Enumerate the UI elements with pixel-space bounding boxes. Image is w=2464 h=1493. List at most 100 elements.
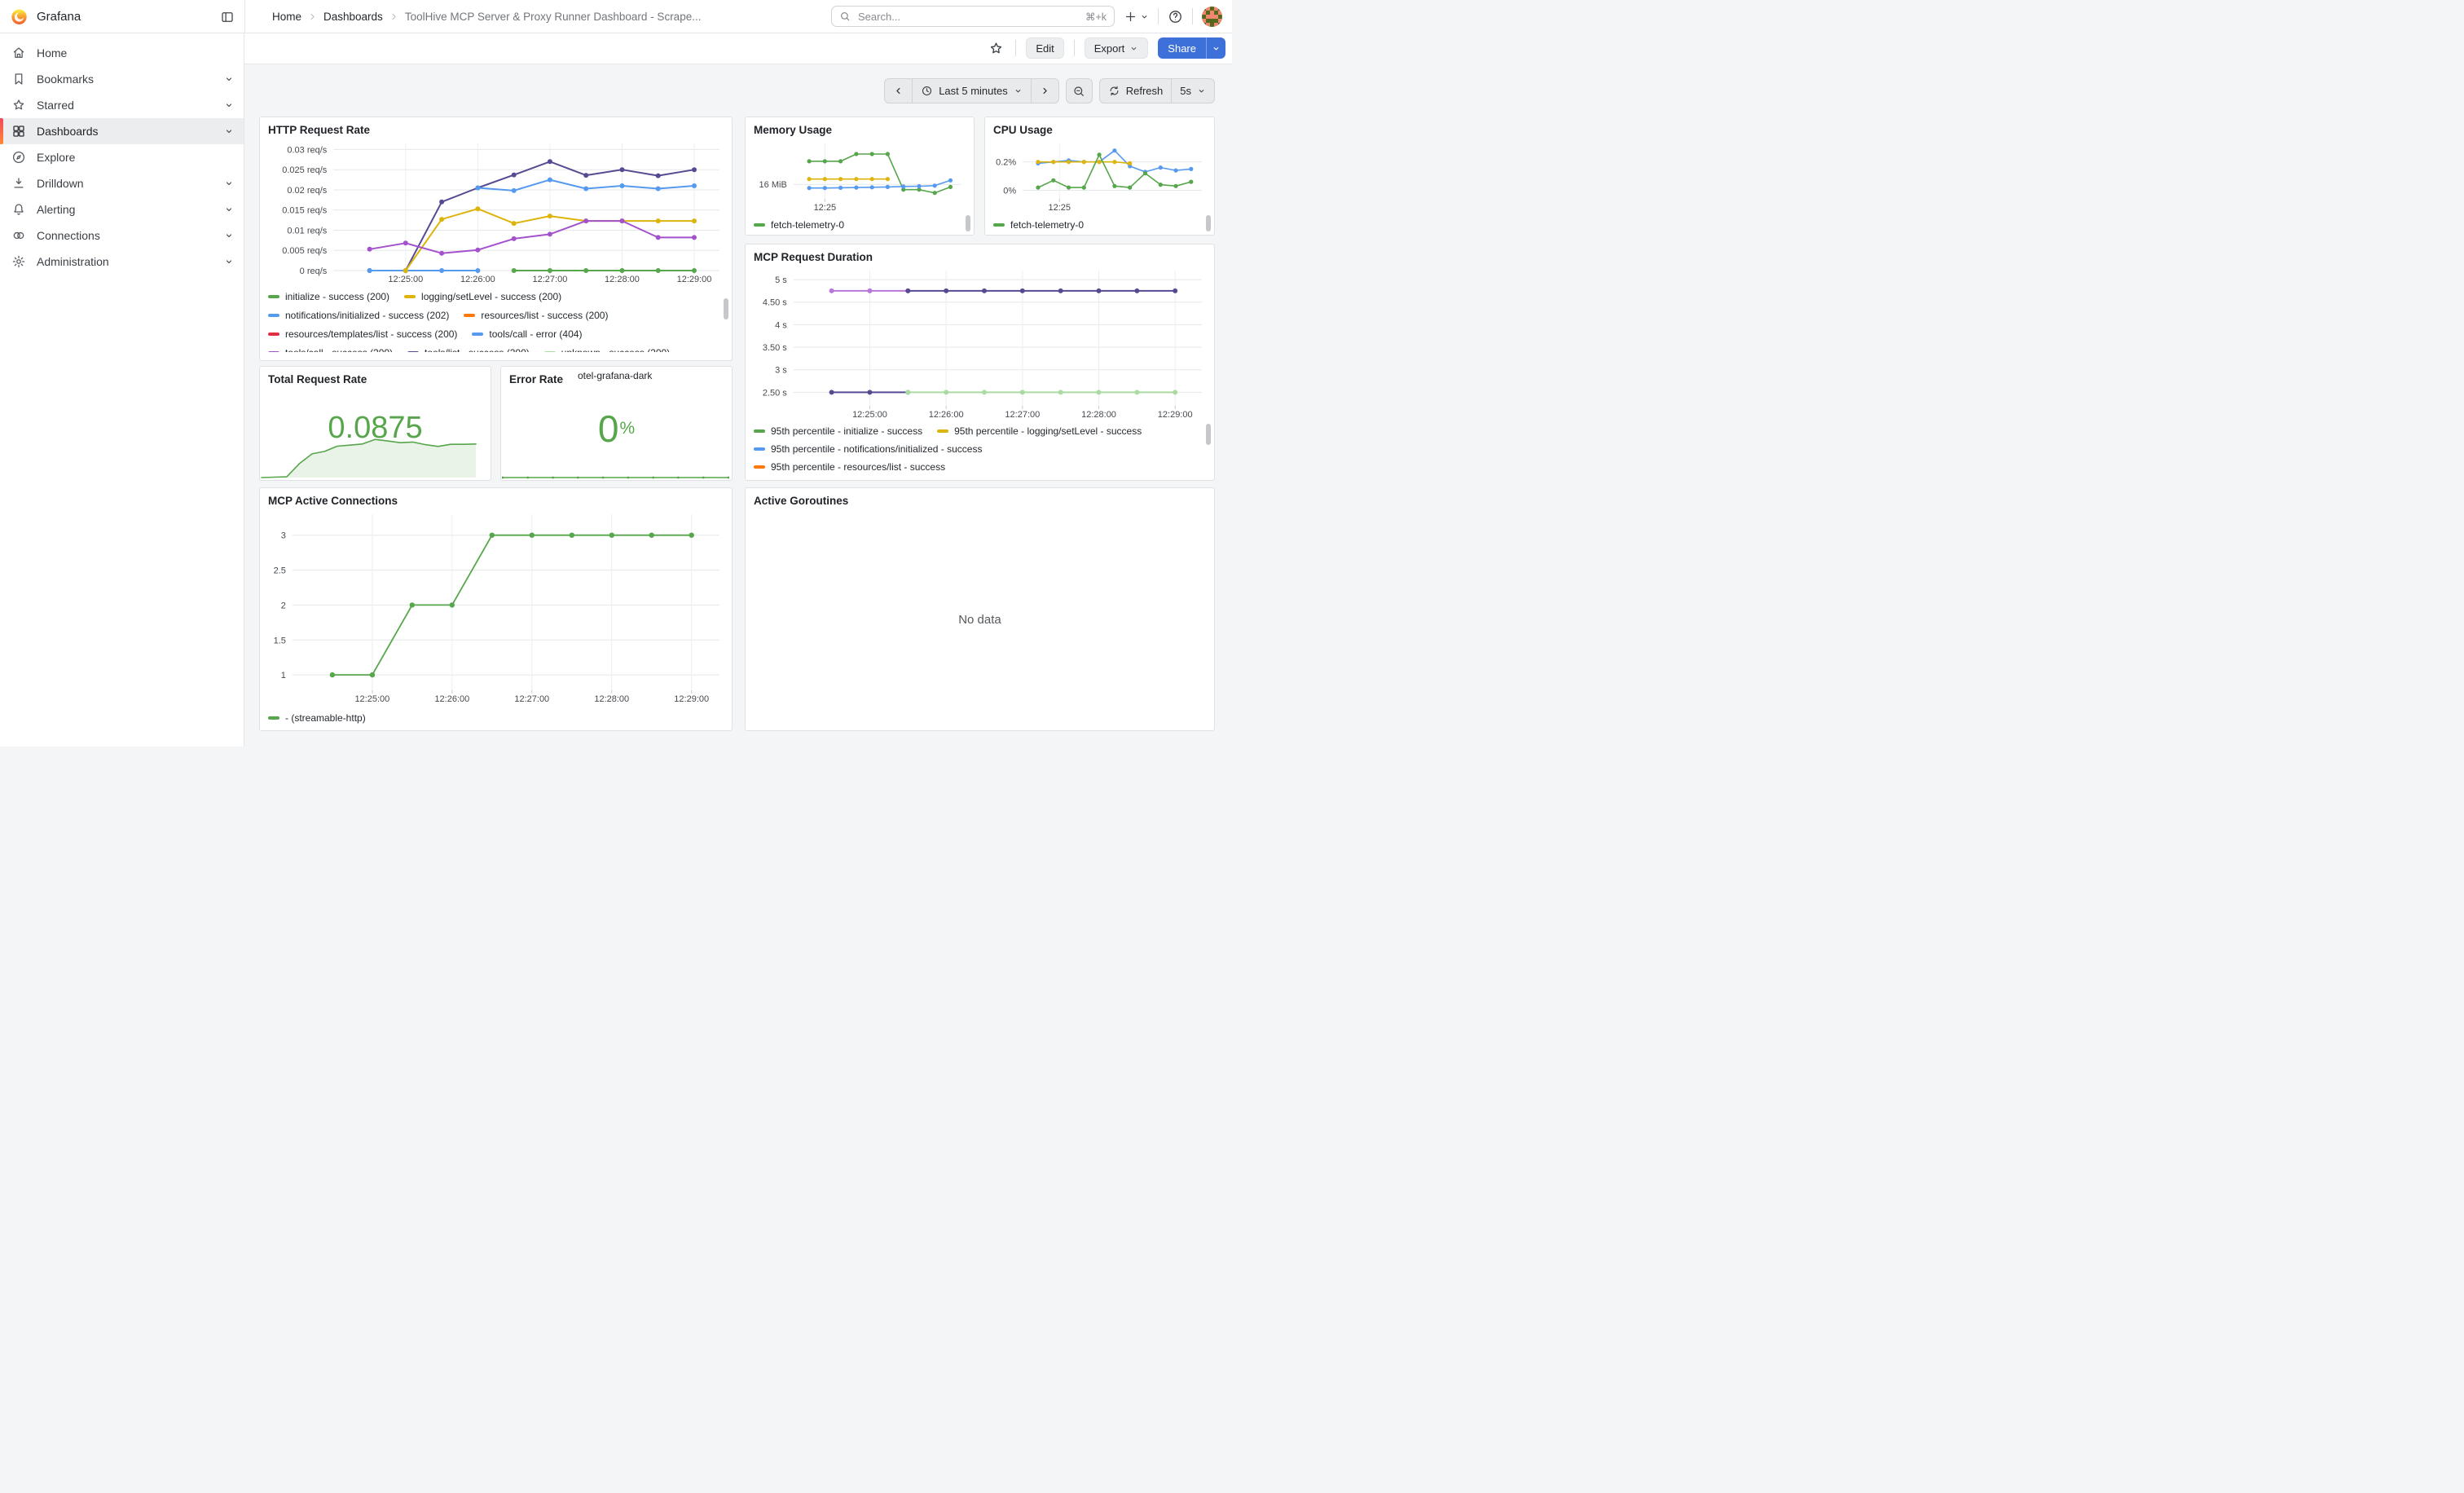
- share-button-group: Share: [1158, 37, 1225, 59]
- svg-text:2.5: 2.5: [274, 566, 286, 576]
- help-button[interactable]: [1168, 9, 1183, 24]
- legend-swatch: [754, 465, 765, 469]
- legend-item[interactable]: 95th percentile - resources/templates/li…: [754, 479, 990, 480]
- sidebar-item-starred[interactable]: Starred: [0, 92, 244, 118]
- legend-label: initialize - success (200): [285, 291, 389, 302]
- cpu-usage-chart[interactable]: 0.2%0%12:25: [992, 139, 1208, 214]
- svg-text:12:29:00: 12:29:00: [674, 694, 709, 704]
- legend-item[interactable]: 95th percentile - initialize - success: [754, 425, 922, 437]
- panel-title[interactable]: MCP Request Duration: [746, 244, 1214, 266]
- legend-item[interactable]: - (streamable-http): [268, 712, 366, 724]
- export-button[interactable]: Export: [1085, 37, 1149, 59]
- http-request-rate-chart[interactable]: 0.03 req/s0.025 req/s0.02 req/s0.015 req…: [266, 139, 725, 285]
- legend-item[interactable]: tools/call - error (404): [472, 328, 582, 340]
- legend-swatch: [268, 351, 279, 353]
- legend-label: 95th percentile - initialize - success: [771, 425, 922, 437]
- sidebar-item-bookmarks[interactable]: Bookmarks: [0, 66, 244, 92]
- legend-row: 95th percentile - notifications/initiali…: [754, 440, 1206, 458]
- mcp-active-connections-chart[interactable]: 32.521.5112:25:0012:26:0012:27:0012:28:0…: [266, 509, 725, 705]
- sidebar-item-alerting[interactable]: Alerting: [0, 196, 244, 222]
- topbar-divider: [244, 0, 245, 33]
- panel-total-request-rate: Total Request Rate 0.0875: [259, 366, 491, 481]
- legend-scrollbar[interactable]: [1206, 424, 1211, 445]
- link-rings-icon: [11, 228, 26, 243]
- drilldown-icon: [11, 176, 26, 191]
- panel-title[interactable]: MCP Active Connections: [260, 488, 732, 509]
- sidebar-item-dashboards[interactable]: Dashboards: [0, 118, 244, 144]
- legend-item[interactable]: 95th percentile - resources/list - succe…: [754, 461, 945, 473]
- legend-item[interactable]: initialize - success (200): [268, 291, 389, 302]
- export-label: Export: [1094, 42, 1125, 55]
- breadcrumb: Home Dashboards ToolHive MCP Server & Pr…: [272, 0, 701, 33]
- svg-text:12:28:00: 12:28:00: [1081, 410, 1116, 420]
- svg-text:12:27:00: 12:27:00: [1005, 410, 1040, 420]
- time-controls: Last 5 minutes Refresh 5s: [884, 78, 1215, 103]
- svg-text:0.01 req/s: 0.01 req/s: [287, 226, 327, 236]
- legend-item[interactable]: notifications/initialized - success (202…: [268, 310, 449, 321]
- legend-item[interactable]: 95th percentile - notifications/initiali…: [754, 443, 982, 455]
- clock-icon: [921, 85, 933, 97]
- sidebar-item-explore[interactable]: Explore: [0, 144, 244, 170]
- panel-title[interactable]: HTTP Request Rate: [260, 117, 732, 139]
- svg-text:0.03 req/s: 0.03 req/s: [287, 145, 327, 155]
- stat-unit: %: [619, 419, 635, 438]
- legend-scrollbar[interactable]: [724, 298, 728, 319]
- mcp-request-duration-chart[interactable]: 5 s4.50 s4 s3.50 s3 s2.50 s12:25:0012:26…: [752, 266, 1208, 421]
- svg-text:12:27:00: 12:27:00: [514, 694, 549, 704]
- legend-row: fetch-telemetry-0: [993, 215, 1206, 233]
- legend-scrollbar[interactable]: [966, 215, 970, 231]
- legend-item[interactable]: resources/list - success (200): [464, 310, 608, 321]
- svg-text:12:26:00: 12:26:00: [460, 275, 495, 284]
- add-button[interactable]: [1124, 10, 1149, 24]
- refresh-group: Refresh 5s: [1099, 78, 1215, 103]
- legend-item[interactable]: resources/templates/list - success (200): [268, 328, 457, 340]
- refresh-interval-picker[interactable]: 5s: [1171, 79, 1214, 103]
- sidebar-item-home[interactable]: Home: [0, 40, 244, 66]
- chevron-right-icon: [389, 11, 399, 22]
- time-forward-button[interactable]: [1031, 79, 1058, 103]
- share-menu-chevron-icon[interactable]: [1206, 37, 1225, 59]
- chevron-down-icon: [224, 100, 234, 110]
- svg-text:3: 3: [281, 531, 286, 541]
- svg-text:4 s: 4 s: [775, 320, 787, 330]
- breadcrumb-home[interactable]: Home: [272, 11, 301, 23]
- panel-title[interactable]: Active Goroutines: [746, 488, 1214, 509]
- time-range-picker[interactable]: Last 5 minutes: [912, 79, 1031, 103]
- refresh-button[interactable]: Refresh: [1100, 79, 1172, 103]
- app-title: Grafana: [37, 10, 81, 24]
- legend-item[interactable]: unknown - success (200): [544, 347, 670, 353]
- time-back-button[interactable]: [885, 79, 912, 103]
- legend-item[interactable]: fetch-telemetry-0: [993, 219, 1084, 231]
- panel-title[interactable]: Memory Usage: [746, 117, 974, 139]
- top-bar: Grafana Home Dashboards ToolHive MCP Ser…: [0, 0, 1232, 33]
- sidebar-toggle-icon[interactable]: [218, 8, 236, 26]
- legend-swatch: [937, 429, 948, 433]
- sidebar-item-drilldown[interactable]: Drilldown: [0, 170, 244, 196]
- legend-scrollbar[interactable]: [1206, 215, 1211, 231]
- gear-icon: [11, 254, 26, 269]
- sidebar-item-connections[interactable]: Connections: [0, 222, 244, 249]
- legend-item[interactable]: 95th percentile - logging/setLevel - suc…: [937, 425, 1142, 437]
- share-button[interactable]: Share: [1158, 37, 1206, 59]
- sidebar-item-administration[interactable]: Administration: [0, 249, 244, 275]
- memory-usage-chart[interactable]: 16 MiB12:25: [752, 139, 967, 214]
- star-icon[interactable]: [988, 41, 1004, 56]
- breadcrumb-dashboards[interactable]: Dashboards: [323, 11, 383, 23]
- legend-item[interactable]: tools/list - success (200): [407, 347, 530, 353]
- legend-item[interactable]: logging/setLevel - success (200): [404, 291, 561, 302]
- legend-swatch: [268, 295, 279, 298]
- avatar[interactable]: [1202, 7, 1222, 27]
- search-box[interactable]: ⌘+k: [831, 6, 1115, 27]
- panel-mcp-active-connections: MCP Active Connections 32.521.5112:25:00…: [259, 487, 733, 731]
- legend-label: fetch-telemetry-0: [771, 219, 844, 231]
- search-input[interactable]: [856, 10, 1080, 24]
- zoom-out-button[interactable]: [1066, 78, 1093, 103]
- svg-text:4.50 s: 4.50 s: [763, 298, 787, 308]
- divider: [1074, 40, 1075, 56]
- legend-item[interactable]: tools/call - success (200): [268, 347, 393, 353]
- legend-item[interactable]: fetch-telemetry-0: [754, 219, 844, 231]
- svg-text:3 s: 3 s: [775, 366, 787, 376]
- edit-button[interactable]: Edit: [1026, 37, 1063, 59]
- panel-title[interactable]: CPU Usage: [985, 117, 1214, 139]
- panel-memory-usage: Memory Usage 16 MiB12:25 fetch-telemetry…: [745, 117, 975, 236]
